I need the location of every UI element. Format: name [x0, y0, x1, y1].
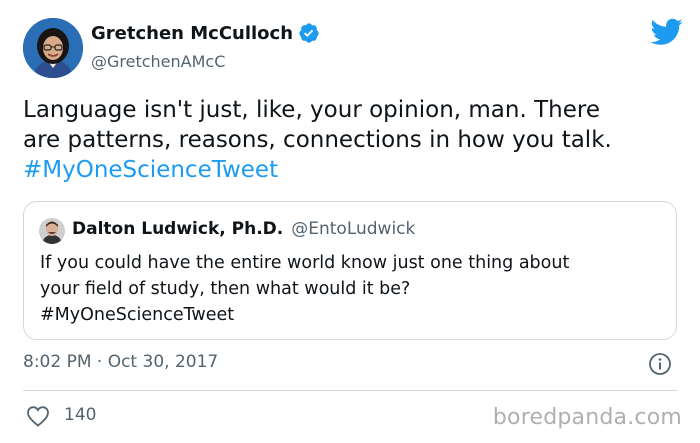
avatar-image: [23, 18, 83, 78]
tweet-text-line: are patterns, reasons, connections in ho…: [23, 127, 612, 153]
like-count[interactable]: 140: [64, 405, 96, 425]
quoted-tweet-card[interactable]: Dalton Ludwick, Ph.D. @EntoLudwick If yo…: [23, 201, 677, 340]
twitter-bird-icon[interactable]: [651, 18, 683, 46]
tweet-timestamp[interactable]: 8:02 PM · Oct 30, 2017: [23, 352, 218, 372]
tweet-header: Gretchen McCulloch @GretchenAMcC: [23, 16, 683, 80]
quoted-avatar-image: [39, 218, 65, 244]
info-icon[interactable]: [648, 352, 672, 376]
tweet-body: Language isn't just, like, your opinion,…: [23, 95, 683, 185]
heart-icon[interactable]: [26, 405, 50, 427]
quoted-author-name[interactable]: Dalton Ludwick, Ph.D.: [72, 219, 283, 239]
author-name[interactable]: Gretchen McCulloch: [91, 23, 293, 44]
quoted-hashtag[interactable]: #MyOneScienceTweet: [40, 302, 660, 328]
verified-badge-icon: [299, 23, 319, 43]
quoted-author-handle[interactable]: @EntoLudwick: [291, 219, 415, 239]
quoted-text-line: your field of study, then what would it …: [40, 279, 411, 299]
quoted-author-avatar[interactable]: [39, 218, 65, 244]
quoted-text-line: If you could have the entire world know …: [40, 253, 570, 273]
quoted-tweet-body: If you could have the entire world know …: [40, 250, 660, 328]
quoted-author-row[interactable]: Dalton Ludwick, Ph.D. @EntoLudwick: [72, 219, 415, 239]
tweet-text-line: Language isn't just, like, your opinion,…: [23, 97, 600, 123]
author-name-row[interactable]: Gretchen McCulloch: [91, 22, 320, 44]
tweet-hashtag-link[interactable]: #MyOneScienceTweet: [23, 155, 683, 185]
watermark: boredpanda.com: [492, 405, 682, 430]
author-avatar[interactable]: [23, 18, 83, 78]
author-handle[interactable]: @GretchenAMcC: [91, 52, 225, 71]
divider: [23, 390, 677, 391]
